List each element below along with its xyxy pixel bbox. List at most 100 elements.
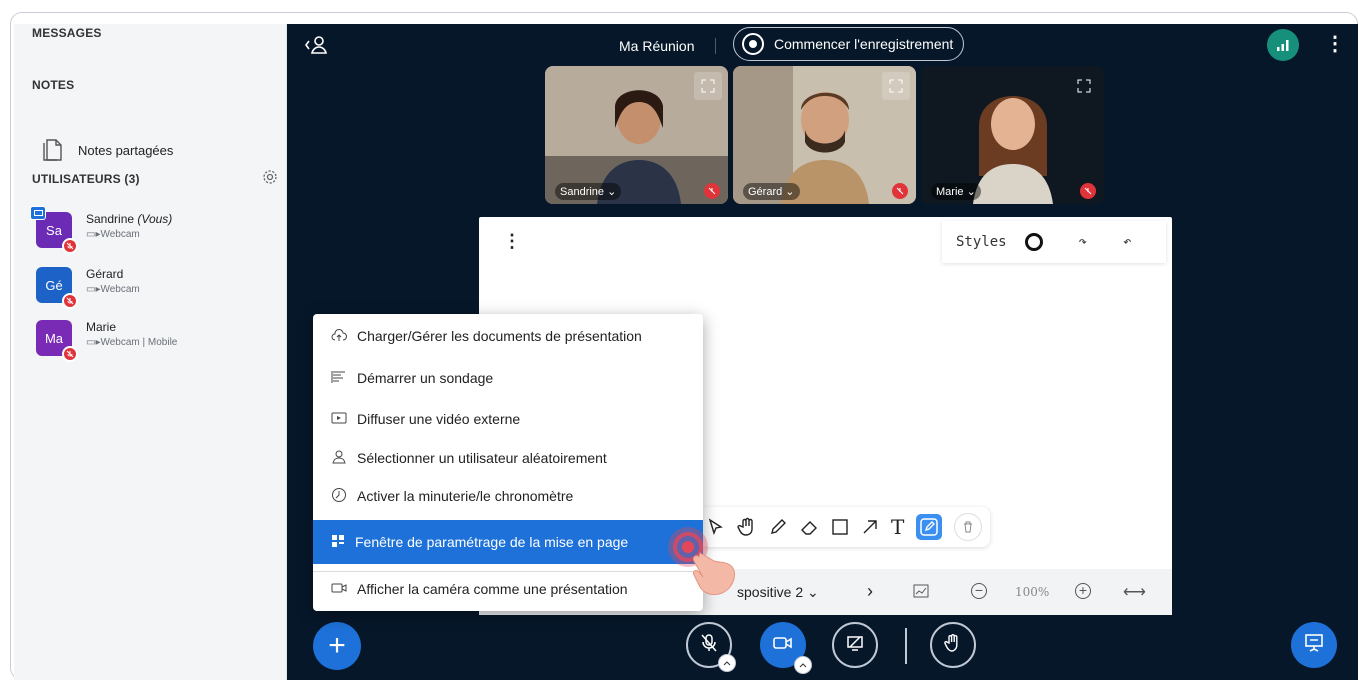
zoom-out-icon[interactable]: − xyxy=(971,583,987,599)
muted-mic-icon xyxy=(1080,183,1096,199)
user-item-marie[interactable]: Ma Marie ▭▸Webcam | Mobile xyxy=(36,320,178,362)
video-icon xyxy=(331,411,347,428)
video-camera-icon xyxy=(773,636,793,655)
menu-item-camera-as-presentation[interactable]: Afficher la caméra comme une présentatio… xyxy=(313,569,703,609)
user-status: ▭▸Webcam | Mobile xyxy=(86,337,178,348)
menu-item-label: Charger/Gérer les documents de présentat… xyxy=(357,328,642,344)
styles-button[interactable]: Styles xyxy=(956,234,1007,250)
user-status: ▭▸Webcam xyxy=(86,284,140,295)
fit-width-icon[interactable]: ⟷ xyxy=(1123,582,1146,602)
user-name: Gérard xyxy=(86,267,124,281)
plus-icon: + xyxy=(328,629,346,662)
styles-toolbar: Styles ↷ ↶ xyxy=(942,221,1166,263)
trash-icon[interactable] xyxy=(954,513,983,541)
menu-item-timer[interactable]: Activer la minuterie/le chronomètre xyxy=(313,476,703,516)
menu-item-upload-presentation[interactable]: Charger/Gérer les documents de présentat… xyxy=(313,316,703,356)
actions-plus-button[interactable]: + xyxy=(313,622,361,670)
stroke-style-icon[interactable] xyxy=(1024,233,1043,251)
participant-name[interactable]: Gérard ⌄ xyxy=(743,183,800,200)
mute-mic-button[interactable] xyxy=(686,622,736,672)
redo-icon[interactable]: ↷ xyxy=(1079,234,1087,250)
muted-mic-icon xyxy=(892,183,908,199)
muted-mic-icon xyxy=(62,293,78,309)
whiteboard-menu-icon[interactable]: ⋮ xyxy=(503,231,521,252)
screen-share-button[interactable] xyxy=(832,622,878,668)
video-tile-sandrine[interactable]: Sandrine ⌄ xyxy=(545,66,728,204)
raise-hand-button[interactable] xyxy=(930,622,976,668)
avatar-initials: Ma xyxy=(44,330,64,346)
camera-icon xyxy=(331,581,347,597)
video-tile-marie[interactable]: Marie ⌄ xyxy=(921,66,1104,204)
menu-item-start-poll[interactable]: Démarrer un sondage xyxy=(313,358,703,398)
user-name: Sandrine (Vous) xyxy=(86,212,173,226)
start-recording-button[interactable]: Commencer l'enregistrement xyxy=(733,27,965,61)
notes-header: NOTES xyxy=(32,78,75,92)
sidebar: MESSAGES NOTES Notes partagées UTILISATE… xyxy=(14,24,287,680)
presentation-toggle-button[interactable] xyxy=(1291,622,1337,668)
participant-name[interactable]: Marie ⌄ xyxy=(931,183,981,200)
zoom-level: 100% xyxy=(1015,585,1050,599)
avatar: Ma xyxy=(36,320,78,362)
expand-icon[interactable] xyxy=(1070,72,1098,100)
messages-header[interactable]: MESSAGES xyxy=(32,26,102,40)
shared-notes-item[interactable]: Notes partagées xyxy=(42,136,173,165)
muted-mic-icon xyxy=(62,238,78,254)
chart-icon[interactable] xyxy=(913,584,929,601)
menu-item-external-video[interactable]: Diffuser une vidéo externe xyxy=(313,399,703,439)
zoom-in-icon[interactable]: + xyxy=(1075,583,1091,599)
raise-hand-icon xyxy=(944,633,962,658)
user-item-gerard[interactable]: Gé Gérard ▭▸Webcam xyxy=(36,267,140,309)
muted-mic-icon xyxy=(704,183,720,199)
record-icon xyxy=(742,33,764,55)
avatar-initials: Sa xyxy=(46,222,62,238)
gear-icon[interactable] xyxy=(262,169,278,190)
controls-divider xyxy=(905,628,907,664)
signal-bars-icon xyxy=(1277,40,1289,51)
eraser-icon[interactable] xyxy=(799,518,819,536)
presenter-icon xyxy=(30,206,46,220)
layout-icon xyxy=(331,534,345,551)
cloud-upload-icon xyxy=(331,328,347,345)
user-item-sandrine[interactable]: Sa Sandrine (Vous) ▭▸Webcam xyxy=(30,206,173,254)
pointer-hand-icon xyxy=(660,525,770,610)
shared-notes-label: Notes partagées xyxy=(78,143,174,158)
record-label: Commencer l'enregistrement xyxy=(774,36,954,52)
meeting-title: Ma Réunion xyxy=(619,38,695,54)
menu-item-label: Sélectionner un utilisateur aléatoiremen… xyxy=(357,450,607,466)
next-slide-icon[interactable]: › xyxy=(867,581,873,602)
video-tile-gerard[interactable]: Gérard ⌄ xyxy=(733,66,916,204)
user-name: Marie xyxy=(86,320,117,334)
undo-icon[interactable]: ↶ xyxy=(1123,234,1131,250)
presentation-icon xyxy=(1304,633,1324,657)
menu-item-random-user[interactable]: Sélectionner un utilisateur aléatoiremen… xyxy=(313,438,703,478)
avatar-initials: Gé xyxy=(45,277,63,293)
document-icon xyxy=(42,136,64,165)
timer-icon xyxy=(331,487,347,506)
options-menu-icon[interactable]: ⋮ xyxy=(1325,34,1345,54)
rectangle-icon[interactable] xyxy=(831,518,849,536)
menu-item-label: Fenêtre de paramétrage de la mise en pag… xyxy=(355,534,629,550)
note-edit-icon[interactable] xyxy=(916,514,943,540)
users-header: UTILISATEURS (3) xyxy=(32,172,140,186)
pencil-icon[interactable] xyxy=(769,518,787,536)
expand-icon[interactable] xyxy=(694,72,722,100)
arrow-icon[interactable] xyxy=(861,518,879,536)
connection-status-button[interactable] xyxy=(1267,29,1299,61)
mic-off-icon xyxy=(700,633,718,658)
avatar: Gé xyxy=(36,267,78,309)
menu-item-layout-settings[interactable]: Fenêtre de paramétrage de la mise en pag… xyxy=(313,520,703,564)
text-icon[interactable]: T xyxy=(891,515,904,539)
chevron-up-icon[interactable] xyxy=(794,656,812,674)
toggle-userlist-icon[interactable] xyxy=(303,34,329,61)
you-label: (Vous) xyxy=(137,212,173,226)
muted-mic-icon xyxy=(62,346,78,362)
menu-item-label: Afficher la caméra comme une présentatio… xyxy=(357,581,628,597)
menu-item-label: Diffuser une vidéo externe xyxy=(357,411,521,427)
camera-button[interactable] xyxy=(760,622,812,674)
participant-name[interactable]: Sandrine ⌄ xyxy=(555,183,622,200)
user-icon xyxy=(331,450,347,467)
divider xyxy=(715,38,716,54)
chevron-up-icon[interactable] xyxy=(718,654,736,672)
expand-icon[interactable] xyxy=(882,72,910,100)
user-status: ▭▸Webcam xyxy=(86,229,140,240)
